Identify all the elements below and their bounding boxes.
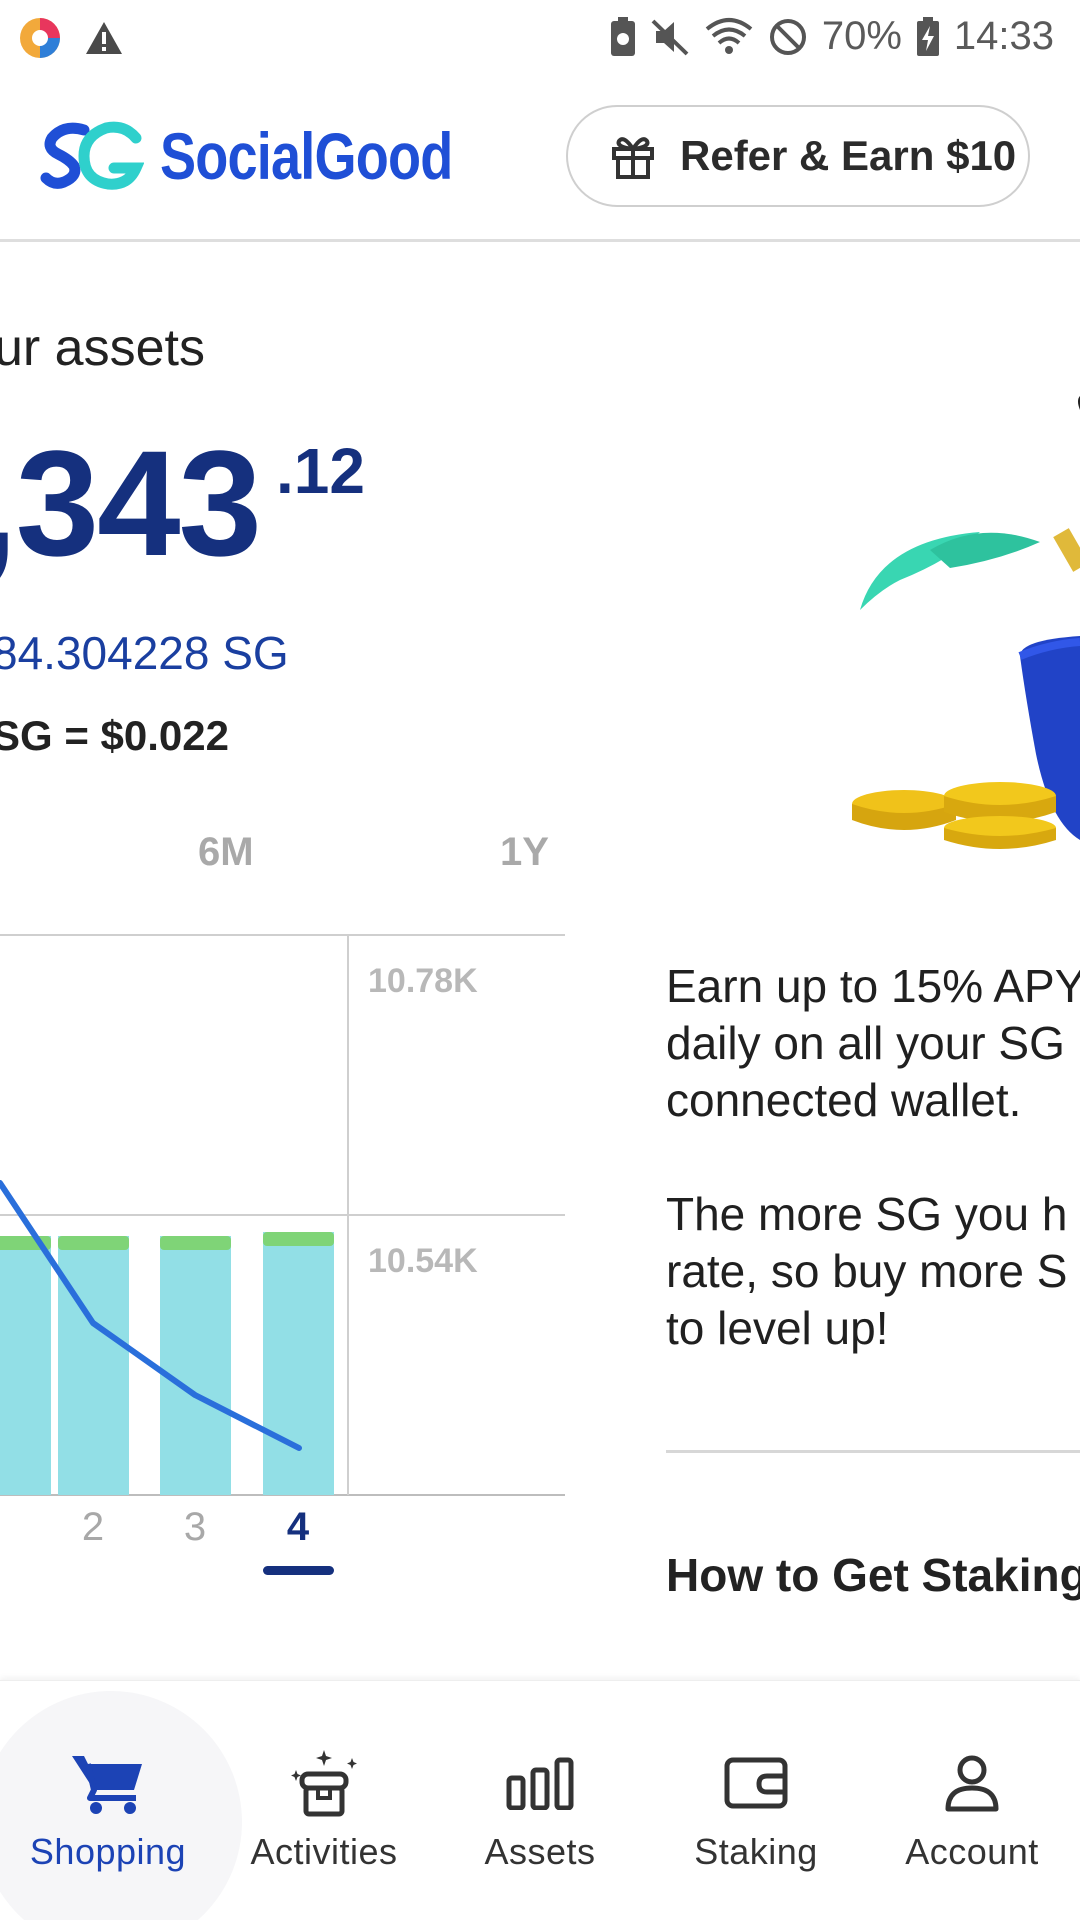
x-tick-label-4[interactable]: 4 bbox=[287, 1505, 310, 1549]
app-notification-icon bbox=[20, 18, 60, 58]
do-not-disturb-icon bbox=[769, 18, 806, 55]
bottom-navigation: Shopping Activities Assets Staking Accou… bbox=[0, 1680, 1080, 1920]
chart-bar-3[interactable] bbox=[160, 1236, 231, 1495]
status-right-icons: 70% 14:33 bbox=[610, 14, 1054, 59]
how-to-get-staking-heading[interactable]: How to Get Staking bbox=[666, 1548, 1080, 1602]
chart-bar-4[interactable] bbox=[263, 1232, 334, 1495]
app-header: SocialGood Refer & Earn $10 bbox=[0, 78, 1080, 242]
battery-saver-icon bbox=[610, 16, 635, 56]
nav-label-assets: Assets bbox=[484, 1831, 596, 1872]
balance-amount: ,343 bbox=[0, 419, 262, 587]
battery-charging-icon bbox=[916, 16, 939, 56]
activities-box-icon bbox=[291, 1750, 357, 1817]
brand-name: SocialGood bbox=[160, 119, 453, 193]
balance-cents: .12 bbox=[276, 435, 365, 507]
mute-icon bbox=[651, 19, 689, 55]
assets-chart: 10.78K 10.54K 2 3 4 bbox=[0, 934, 565, 1575]
y-tick-label-top: 10.78K bbox=[368, 962, 478, 1000]
person-icon bbox=[945, 1755, 999, 1812]
battery-percent: 70% bbox=[821, 14, 902, 58]
chart-bar-cap-4 bbox=[263, 1232, 334, 1246]
staking-description: Earn up to 15% APY daily on all your SG … bbox=[666, 958, 1080, 1414]
nav-shopping[interactable]: Shopping bbox=[0, 1681, 216, 1920]
nav-staking[interactable]: Staking bbox=[648, 1681, 864, 1920]
plant-coins-illustration bbox=[852, 396, 1080, 849]
refer-and-earn-button[interactable]: Refer & Earn $10 bbox=[566, 105, 1030, 207]
cart-icon bbox=[72, 1756, 142, 1814]
refer-and-earn-label: Refer & Earn $10 bbox=[680, 132, 1017, 179]
status-left-icons bbox=[18, 16, 124, 60]
staking-para2-line1: The more SG you h bbox=[666, 1188, 1068, 1240]
staking-para2-line3: to level up! bbox=[666, 1302, 889, 1354]
nav-account[interactable]: Account bbox=[864, 1681, 1080, 1920]
status-bar: 70% 14:33 bbox=[0, 0, 1080, 78]
nav-label-account: Account bbox=[905, 1831, 1039, 1872]
chart-bar-cap-3 bbox=[160, 1236, 231, 1250]
nav-label-activities: Activities bbox=[250, 1831, 398, 1872]
range-tab-1y[interactable]: 1Y bbox=[500, 830, 549, 875]
wifi-icon bbox=[705, 17, 753, 54]
chart-bar-2[interactable] bbox=[58, 1236, 129, 1495]
assets-title: ur assets bbox=[0, 319, 205, 377]
wallet-icon bbox=[724, 1757, 788, 1809]
staking-divider bbox=[666, 1450, 1080, 1453]
gift-icon bbox=[612, 137, 654, 179]
x-tick-label-2[interactable]: 2 bbox=[82, 1505, 104, 1549]
chart-bar-cap-2 bbox=[58, 1236, 129, 1250]
nav-label-shopping: Shopping bbox=[29, 1831, 187, 1872]
y-tick-label-mid: 10.54K bbox=[368, 1242, 478, 1280]
x-tick-label-3[interactable]: 3 bbox=[184, 1505, 206, 1549]
nav-activities[interactable]: Activities bbox=[216, 1681, 432, 1920]
socialgood-logo-icon bbox=[40, 121, 144, 190]
socialgood-logo[interactable]: SocialGood bbox=[40, 116, 517, 196]
selected-week-indicator bbox=[263, 1566, 334, 1575]
sg-exchange-rate: SG = $0.022 bbox=[0, 712, 230, 759]
sg-token-amount: 84.304228 SG bbox=[0, 627, 289, 679]
warning-icon bbox=[86, 22, 122, 54]
clock: 14:33 bbox=[953, 14, 1054, 58]
staking-para1-line3: connected wallet. bbox=[666, 1074, 1022, 1126]
range-tab-6m[interactable]: 6M bbox=[198, 830, 254, 875]
chart-bar-1[interactable] bbox=[0, 1236, 51, 1495]
staking-para1-line2: daily on all your SG bbox=[666, 1017, 1065, 1069]
nav-assets[interactable]: Assets bbox=[432, 1681, 648, 1920]
nav-label-staking: Staking bbox=[694, 1831, 818, 1872]
bar-chart-icon bbox=[506, 1757, 574, 1810]
staking-para1-line1: Earn up to 15% APY bbox=[666, 960, 1080, 1012]
staking-para2-line2: rate, so buy more S bbox=[666, 1245, 1068, 1297]
